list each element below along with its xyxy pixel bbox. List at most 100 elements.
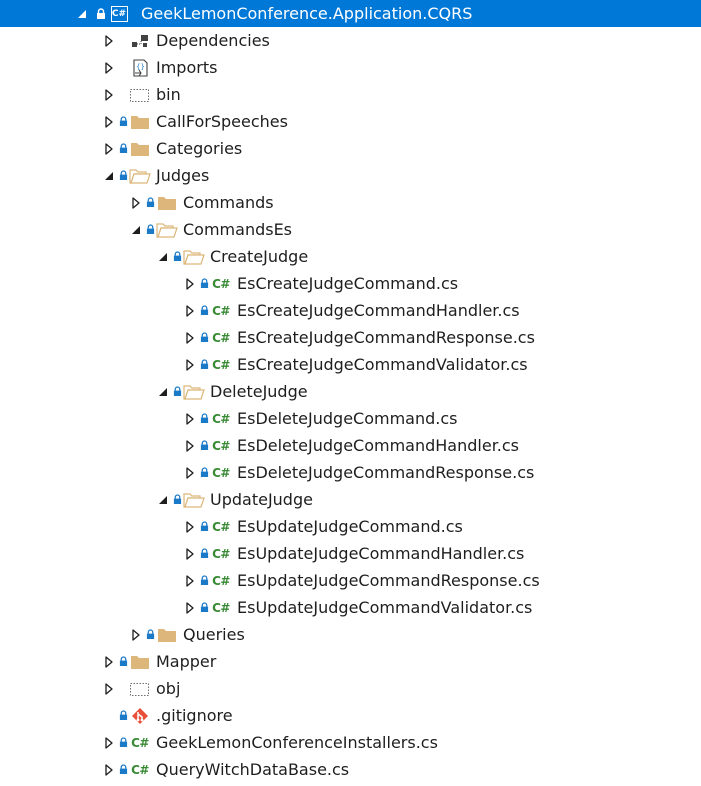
tree-row[interactable]: C# EsCreateJudgeCommandValidator.cs xyxy=(0,351,701,378)
tree-row[interactable]: Judges xyxy=(0,162,701,189)
csharp-file-icon: C# xyxy=(210,351,232,378)
collapsed-arrow-icon[interactable] xyxy=(183,405,197,432)
lock-icon xyxy=(198,324,210,351)
expanded-arrow-icon[interactable] xyxy=(156,486,170,513)
tree-row[interactable]: C# EsCreateJudgeCommandHandler.cs xyxy=(0,297,701,324)
lock-icon xyxy=(198,405,210,432)
csharp-badge: C# xyxy=(212,357,230,372)
folder-open-icon xyxy=(156,216,178,243)
tree-row-label: GeekLemonConferenceInstallers.cs xyxy=(156,733,438,752)
tree-row[interactable]: C# EsUpdateJudgeCommandResponse.cs xyxy=(0,567,701,594)
tree-row-label: EsUpdateJudgeCommandValidator.cs xyxy=(237,598,533,617)
csharp-project-badge: C# xyxy=(110,5,128,22)
tree-row[interactable]: {} Imports xyxy=(0,54,701,81)
tree-row-label: EsCreateJudgeCommand.cs xyxy=(237,274,459,293)
collapsed-arrow-icon[interactable] xyxy=(102,729,116,756)
csharp-badge: C# xyxy=(212,573,230,588)
tree-row-label: Dependencies xyxy=(156,31,270,50)
collapsed-arrow-icon[interactable] xyxy=(183,351,197,378)
tree-row-label: EsDeleteJudgeCommand.cs xyxy=(237,409,458,428)
csharp-file-icon: C# xyxy=(210,297,232,324)
lock-icon xyxy=(198,297,210,324)
tree-row[interactable]: bin xyxy=(0,81,701,108)
tree-row[interactable]: C# EsDeleteJudgeCommandResponse.cs xyxy=(0,459,701,486)
tree-row[interactable]: .gitignore xyxy=(0,702,701,729)
lock-icon xyxy=(198,459,210,486)
tree-row[interactable]: DeleteJudge xyxy=(0,378,701,405)
collapsed-arrow-icon[interactable] xyxy=(102,648,116,675)
collapsed-arrow-icon[interactable] xyxy=(183,270,197,297)
tree-row[interactable]: C# EsDeleteJudgeCommand.cs xyxy=(0,405,701,432)
tree-row-project[interactable]: C# GeekLemonConference.Application.CQRS xyxy=(0,0,701,27)
expanded-arrow-icon[interactable] xyxy=(129,216,143,243)
expanded-arrow-icon[interactable] xyxy=(75,0,89,27)
collapsed-arrow-icon[interactable] xyxy=(183,513,197,540)
tree-row-label: bin xyxy=(156,85,181,104)
tree-row[interactable]: C# EsDeleteJudgeCommandHandler.cs xyxy=(0,432,701,459)
tree-row[interactable]: C# EsUpdateJudgeCommand.cs xyxy=(0,513,701,540)
collapsed-arrow-icon[interactable] xyxy=(102,27,116,54)
collapsed-arrow-icon[interactable] xyxy=(183,540,197,567)
tree-row[interactable]: obj xyxy=(0,675,701,702)
lock-icon xyxy=(117,756,129,783)
collapsed-arrow-icon[interactable] xyxy=(129,621,143,648)
tree-row-label: EsCreateJudgeCommandResponse.cs xyxy=(237,328,535,347)
tree-row-label: EsCreateJudgeCommandValidator.cs xyxy=(237,355,528,374)
tree-row-label: CreateJudge xyxy=(210,247,309,266)
lock-icon xyxy=(117,135,129,162)
lock-icon xyxy=(198,432,210,459)
collapsed-arrow-icon[interactable] xyxy=(102,81,116,108)
tree-row[interactable]: C# EsCreateJudgeCommandResponse.cs xyxy=(0,324,701,351)
lock-icon xyxy=(171,486,183,513)
csharp-badge: C# xyxy=(212,519,230,534)
tree-row[interactable]: Queries xyxy=(0,621,701,648)
collapsed-arrow-icon[interactable] xyxy=(102,108,116,135)
csharp-badge: C# xyxy=(212,330,230,345)
csharp-file-icon: C# xyxy=(210,567,232,594)
tree-row[interactable]: C# GeekLemonConferenceInstallers.cs xyxy=(0,729,701,756)
lock-icon xyxy=(198,351,210,378)
collapsed-arrow-icon[interactable] xyxy=(129,189,143,216)
collapsed-arrow-icon[interactable] xyxy=(183,432,197,459)
git-icon xyxy=(129,702,151,729)
expanded-arrow-icon[interactable] xyxy=(102,162,116,189)
folder-icon xyxy=(129,108,151,135)
expanded-arrow-icon[interactable] xyxy=(156,378,170,405)
collapsed-arrow-icon[interactable] xyxy=(102,135,116,162)
tree-row[interactable]: UpdateJudge xyxy=(0,486,701,513)
collapsed-arrow-icon[interactable] xyxy=(102,675,116,702)
tree-row-label: Mapper xyxy=(156,652,217,671)
csharp-file-icon: C# xyxy=(210,270,232,297)
collapsed-arrow-icon[interactable] xyxy=(183,459,197,486)
tree-row[interactable]: CallForSpeeches xyxy=(0,108,701,135)
tree-row[interactable]: Mapper xyxy=(0,648,701,675)
tree-row-label: EsUpdateJudgeCommand.cs xyxy=(237,517,463,536)
tree-row[interactable]: CreateJudge xyxy=(0,243,701,270)
tree-row-label: obj xyxy=(156,679,181,698)
tree-row[interactable]: Dependencies xyxy=(0,27,701,54)
tree-row[interactable]: C# EsUpdateJudgeCommandHandler.cs xyxy=(0,540,701,567)
collapsed-arrow-icon[interactable] xyxy=(102,756,116,783)
collapsed-arrow-icon[interactable] xyxy=(183,324,197,351)
collapsed-arrow-icon[interactable] xyxy=(183,297,197,324)
tree-row[interactable]: C# EsUpdateJudgeCommandValidator.cs xyxy=(0,594,701,621)
tree-row-label: CommandsEs xyxy=(183,220,293,239)
collapsed-arrow-icon[interactable] xyxy=(183,567,197,594)
tree-row-label: GeekLemonConference.Application.CQRS xyxy=(141,4,473,23)
folder-open-icon xyxy=(129,162,151,189)
csharp-file-icon: C# xyxy=(210,324,232,351)
csharp-file-icon: C# xyxy=(210,594,232,621)
tree-row-label: CallForSpeeches xyxy=(156,112,288,131)
collapsed-arrow-icon[interactable] xyxy=(102,54,116,81)
collapsed-arrow-icon[interactable] xyxy=(183,594,197,621)
dotted-folder-icon xyxy=(129,675,151,702)
tree-row[interactable]: C# QueryWitchDataBase.cs xyxy=(0,756,701,783)
tree-row[interactable]: Categories xyxy=(0,135,701,162)
csharp-badge: C# xyxy=(212,600,230,615)
tree-row[interactable]: CommandsEs xyxy=(0,216,701,243)
tree-row[interactable]: Commands xyxy=(0,189,701,216)
tree-row[interactable]: C# EsCreateJudgeCommand.cs xyxy=(0,270,701,297)
expanded-arrow-icon[interactable] xyxy=(156,243,170,270)
tree-row-label: EsDeleteJudgeCommandResponse.cs xyxy=(237,463,535,482)
folder-icon xyxy=(129,648,151,675)
